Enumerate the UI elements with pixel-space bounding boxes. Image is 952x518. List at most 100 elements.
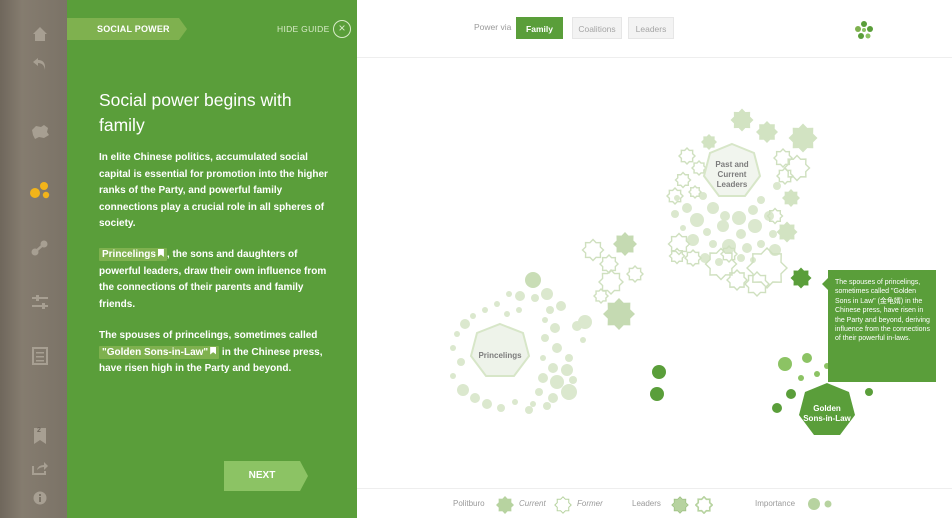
network-node[interactable] xyxy=(482,399,492,409)
network-node[interactable] xyxy=(802,353,812,363)
network-node[interactable] xyxy=(543,402,551,410)
network-node[interactable] xyxy=(720,211,730,221)
princelings-hub[interactable] xyxy=(469,322,531,377)
network-node[interactable] xyxy=(457,384,469,396)
former-member-node[interactable] xyxy=(668,247,686,265)
network-node[interactable] xyxy=(786,389,796,399)
network-node[interactable] xyxy=(680,225,686,231)
current-member-node[interactable] xyxy=(782,189,800,207)
network-node[interactable] xyxy=(650,387,664,401)
network-node[interactable] xyxy=(757,196,765,204)
former-member-node[interactable] xyxy=(726,269,748,291)
network-node[interactable] xyxy=(504,311,510,317)
network-node[interactable] xyxy=(652,365,666,379)
cluster-logo-icon[interactable] xyxy=(854,20,874,40)
network-node[interactable] xyxy=(709,240,717,248)
former-member-node[interactable] xyxy=(684,249,702,267)
network-node[interactable] xyxy=(798,375,804,381)
network-node[interactable] xyxy=(552,343,562,353)
tab-coalitions[interactable]: Coalitions xyxy=(572,17,622,39)
network-node[interactable] xyxy=(470,393,480,403)
network-node[interactable] xyxy=(736,229,746,239)
current-member-node[interactable] xyxy=(701,134,717,150)
network-node[interactable] xyxy=(671,210,679,218)
former-member-node[interactable] xyxy=(593,288,609,304)
network-node[interactable] xyxy=(748,219,762,233)
back-icon[interactable] xyxy=(22,50,58,78)
network-node[interactable] xyxy=(516,307,522,313)
network-node[interactable] xyxy=(450,373,456,379)
network-node[interactable] xyxy=(757,240,765,248)
network-node[interactable] xyxy=(580,337,586,343)
network-node[interactable] xyxy=(525,406,533,414)
network-node[interactable] xyxy=(530,401,536,407)
network-node[interactable] xyxy=(540,355,546,361)
network-node[interactable] xyxy=(565,354,573,362)
former-member-node[interactable] xyxy=(773,148,793,168)
network-node[interactable] xyxy=(525,272,541,288)
former-member-node[interactable] xyxy=(744,271,770,297)
network-node[interactable] xyxy=(814,371,820,377)
network-node[interactable] xyxy=(769,230,777,238)
close-icon[interactable]: × xyxy=(333,20,351,38)
network-node[interactable] xyxy=(494,301,500,307)
network-node[interactable] xyxy=(707,202,719,214)
hide-guide-link[interactable]: HIDE GUIDE xyxy=(277,18,330,40)
current-member-node[interactable] xyxy=(603,298,635,330)
former-member-node[interactable] xyxy=(776,167,794,185)
network-node[interactable] xyxy=(506,291,512,297)
tab-leaders[interactable]: Leaders xyxy=(628,17,674,39)
former-member-node[interactable] xyxy=(688,185,702,199)
network-node[interactable] xyxy=(541,334,549,342)
network-node[interactable] xyxy=(737,254,745,262)
network-node[interactable] xyxy=(538,373,548,383)
network-node[interactable] xyxy=(550,323,560,333)
princelings-term[interactable]: Princelings xyxy=(99,248,167,261)
former-member-node[interactable] xyxy=(599,254,619,274)
former-member-node[interactable] xyxy=(674,171,692,189)
tab-family[interactable]: Family xyxy=(516,17,563,39)
network-node[interactable] xyxy=(460,319,470,329)
network-node[interactable] xyxy=(556,301,566,311)
network-node[interactable] xyxy=(569,376,577,384)
network-node[interactable] xyxy=(454,331,460,337)
network-node[interactable] xyxy=(674,195,680,201)
network-node[interactable] xyxy=(778,357,792,371)
network-node[interactable] xyxy=(715,258,723,266)
network-node[interactable] xyxy=(690,213,704,227)
network-node[interactable] xyxy=(531,294,539,302)
network-node[interactable] xyxy=(515,291,525,301)
network-node[interactable] xyxy=(548,363,558,373)
network-node[interactable] xyxy=(548,393,558,403)
network-node[interactable] xyxy=(512,399,518,405)
network-node[interactable] xyxy=(703,228,711,236)
network-node[interactable] xyxy=(561,384,577,400)
info-icon[interactable] xyxy=(22,484,58,512)
former-member-node[interactable] xyxy=(626,265,644,283)
links-icon[interactable] xyxy=(22,234,58,262)
network-node[interactable] xyxy=(450,345,456,351)
golden-sons-term[interactable]: "Golden Sons-in-Law" xyxy=(99,345,220,359)
current-member-node[interactable] xyxy=(790,267,812,289)
network-node[interactable] xyxy=(546,306,554,314)
network-node[interactable] xyxy=(682,203,692,213)
former-member-node[interactable] xyxy=(783,154,811,182)
network-node[interactable] xyxy=(748,205,758,215)
current-member-node[interactable] xyxy=(776,221,798,243)
network-node[interactable] xyxy=(772,403,782,413)
former-member-node[interactable] xyxy=(678,147,696,165)
network-node[interactable] xyxy=(865,388,873,396)
share-icon[interactable] xyxy=(22,454,58,482)
network-node[interactable] xyxy=(578,315,592,329)
network-node[interactable] xyxy=(732,211,746,225)
network-node[interactable] xyxy=(773,182,781,190)
network-node[interactable] xyxy=(457,358,465,366)
network-node[interactable] xyxy=(542,317,548,323)
china-map-icon[interactable] xyxy=(22,118,58,146)
network-node[interactable] xyxy=(497,404,505,412)
network-node[interactable] xyxy=(742,243,752,253)
network-node[interactable] xyxy=(541,288,553,300)
former-member-node[interactable] xyxy=(581,238,605,262)
network-node[interactable] xyxy=(470,313,476,319)
network-node[interactable] xyxy=(535,388,543,396)
